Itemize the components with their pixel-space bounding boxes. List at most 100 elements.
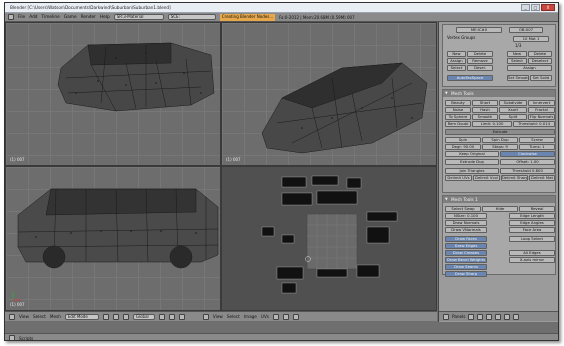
uv-menu-uvs[interactable]: UVs xyxy=(261,314,269,319)
delimit-mat-toggle[interactable]: Delimit Mat xyxy=(529,175,555,181)
draw-seams-toggle[interactable]: Draw Seams xyxy=(445,264,487,270)
minimize-button[interactable]: _ xyxy=(521,4,530,11)
nsize-field[interactable]: NSize: 0.100 xyxy=(445,213,487,219)
draw-creases-toggle[interactable]: Draw Creases xyxy=(445,250,487,256)
draw-sharp-toggle[interactable]: Draw Sharp xyxy=(445,271,487,277)
set-smooth-button[interactable]: Set Smooth xyxy=(507,75,529,81)
menu-game[interactable]: Game xyxy=(64,15,77,20)
draw-bevel-weights-toggle[interactable]: Draw Bevel Weights xyxy=(445,257,487,263)
logic-icon[interactable] xyxy=(468,313,475,320)
threshold-field[interactable]: Threshold: 0.014 xyxy=(513,121,555,127)
menu-file[interactable]: File xyxy=(18,15,25,20)
uv-menu-image[interactable]: Image xyxy=(244,314,257,319)
smooth-button[interactable]: Smooth xyxy=(472,114,498,120)
edge-angles-toggle[interactable]: Edge Angles xyxy=(509,220,555,226)
manipulator-icon[interactable] xyxy=(122,313,129,320)
face-area-toggle[interactable]: Face Area xyxy=(509,227,555,233)
draw-normals-toggle[interactable]: Draw Normals xyxy=(445,220,487,226)
vgroup-assign-button[interactable]: Assign xyxy=(447,58,466,64)
turns-field[interactable]: Turns: 1 xyxy=(519,144,555,150)
panels-label[interactable]: Panels xyxy=(452,314,465,319)
menu-help[interactable]: Help xyxy=(100,15,110,20)
beauty-button[interactable]: Beauty xyxy=(445,100,471,106)
mode-selector[interactable]: Edit Mode xyxy=(64,313,99,320)
menu-render[interactable]: Render xyxy=(81,15,96,20)
object-name-field[interactable]: OB:007 xyxy=(509,27,543,33)
noise-button[interactable]: Noise xyxy=(445,107,471,113)
steps-field[interactable]: Steps: 9 xyxy=(482,144,518,150)
set-solid-button[interactable]: Set Solid xyxy=(530,75,552,81)
screw-button[interactable]: Screw xyxy=(519,137,555,143)
draw-faces-toggle[interactable]: Draw Faces xyxy=(445,236,487,242)
edge-select-icon[interactable] xyxy=(178,313,185,320)
degr-field[interactable]: Degr: 90.00 xyxy=(445,144,481,150)
material-new-button[interactable]: New xyxy=(507,51,527,57)
material-deselect-button[interactable]: Deselect xyxy=(528,58,552,64)
subdivide-button[interactable]: Subdivide xyxy=(499,100,527,106)
reveal-button[interactable]: Reveal xyxy=(519,206,555,212)
material-assign-button[interactable]: Assign xyxy=(507,65,552,71)
uv-image-editor[interactable] xyxy=(221,166,437,311)
material-delete-button[interactable]: Delete xyxy=(528,51,552,57)
panel-scrollbar[interactable] xyxy=(558,22,559,322)
sticky-icon[interactable] xyxy=(293,313,299,320)
delimit-vcol-toggle[interactable]: Delimit Vcol xyxy=(473,175,500,181)
hide-button[interactable]: Hide xyxy=(482,206,518,212)
script-icon[interactable] xyxy=(477,313,484,320)
scene-context-icon[interactable] xyxy=(513,313,520,320)
viewport-top-right[interactable]: (1) 007 xyxy=(221,22,437,166)
all-edges-toggle[interactable]: All Edges xyxy=(509,250,555,256)
autotexspace-button[interactable]: AutoTexSpace xyxy=(447,75,493,81)
limit-field[interactable]: Limit: 0.100 xyxy=(472,121,512,127)
viewport-bottom-left[interactable]: (1) 007 xyxy=(5,166,221,311)
edge-length-toggle[interactable]: Edge Length xyxy=(509,213,555,219)
vgroup-delete-button[interactable]: Delete xyxy=(467,51,493,57)
spin-button[interactable]: Spin xyxy=(445,137,481,143)
blender-logo-icon[interactable] xyxy=(8,14,14,20)
offset-field[interactable]: Offset: 1.00 xyxy=(500,159,555,165)
editing-context-icon[interactable] xyxy=(504,313,511,320)
uv-menu-select[interactable]: Select xyxy=(227,314,240,319)
menu-mesh[interactable]: Mesh xyxy=(50,314,61,319)
scripts-label[interactable]: Scripts xyxy=(19,336,33,341)
xsort-button[interactable]: Xsort xyxy=(499,107,527,113)
editor-type-icon[interactable] xyxy=(9,313,15,320)
draw-edges-toggle[interactable]: Draw Edges xyxy=(445,243,487,249)
menu-view[interactable]: View xyxy=(19,314,29,319)
menu-add[interactable]: Add xyxy=(29,15,37,20)
vertex-select-icon[interactable] xyxy=(168,313,175,320)
extrude-dup-button[interactable]: Extrude Dup xyxy=(445,159,499,165)
vgroup-deselect-button[interactable]: Desel. xyxy=(467,65,493,71)
viewport-top-left[interactable]: (1) 007 xyxy=(5,22,221,166)
keep-original-toggle[interactable]: Keep Original xyxy=(445,151,499,157)
scripts-editor-icon[interactable] xyxy=(9,335,15,340)
orientation-selector[interactable]: Global xyxy=(132,313,155,320)
screen-selector[interactable]: SR:3-Material xyxy=(113,14,164,20)
vgroup-new-button[interactable]: New xyxy=(447,51,466,57)
close-button[interactable]: X xyxy=(541,4,555,11)
mesh-name-field[interactable]: ME:IC#0 xyxy=(456,27,502,33)
delimit-uvs-toggle[interactable]: Delimit UVs xyxy=(445,175,472,181)
shading-icon[interactable] xyxy=(102,313,109,320)
material-index-field[interactable]: 10 Mat 1 xyxy=(513,36,549,42)
vgroup-remove-button[interactable]: Remove xyxy=(467,58,493,64)
buttons-editor-icon[interactable] xyxy=(443,313,449,320)
uv-menu-view[interactable]: View xyxy=(213,314,223,319)
delimit-sharp-toggle[interactable]: Delimit Sharp xyxy=(501,175,528,181)
pin-icon[interactable] xyxy=(273,313,279,320)
material-select-button[interactable]: Select xyxy=(507,58,527,64)
join-triangles-button[interactable]: Join Triangles xyxy=(445,168,499,174)
object-context-icon[interactable] xyxy=(495,313,502,320)
maximize-button[interactable]: □ xyxy=(531,4,540,11)
clockwise-toggle[interactable]: Clockwise xyxy=(500,151,555,157)
flip-normals-button[interactable]: Flip Normals xyxy=(528,114,555,120)
innervert-button[interactable]: Innervert xyxy=(528,100,555,106)
extrude-button[interactable]: Extrude xyxy=(445,129,555,135)
spin-dup-button[interactable]: Spin Dup xyxy=(482,137,518,143)
mesh-tools-1-header[interactable]: Mesh Tools 1 xyxy=(443,196,555,203)
menu-timeline[interactable]: Timeline xyxy=(42,15,60,20)
shading-context-icon[interactable] xyxy=(486,313,493,320)
fractal-button[interactable]: Fractal xyxy=(528,107,555,113)
pivot-icon[interactable] xyxy=(112,313,119,320)
loop-select-dropdown[interactable]: Loop Select xyxy=(509,236,555,242)
